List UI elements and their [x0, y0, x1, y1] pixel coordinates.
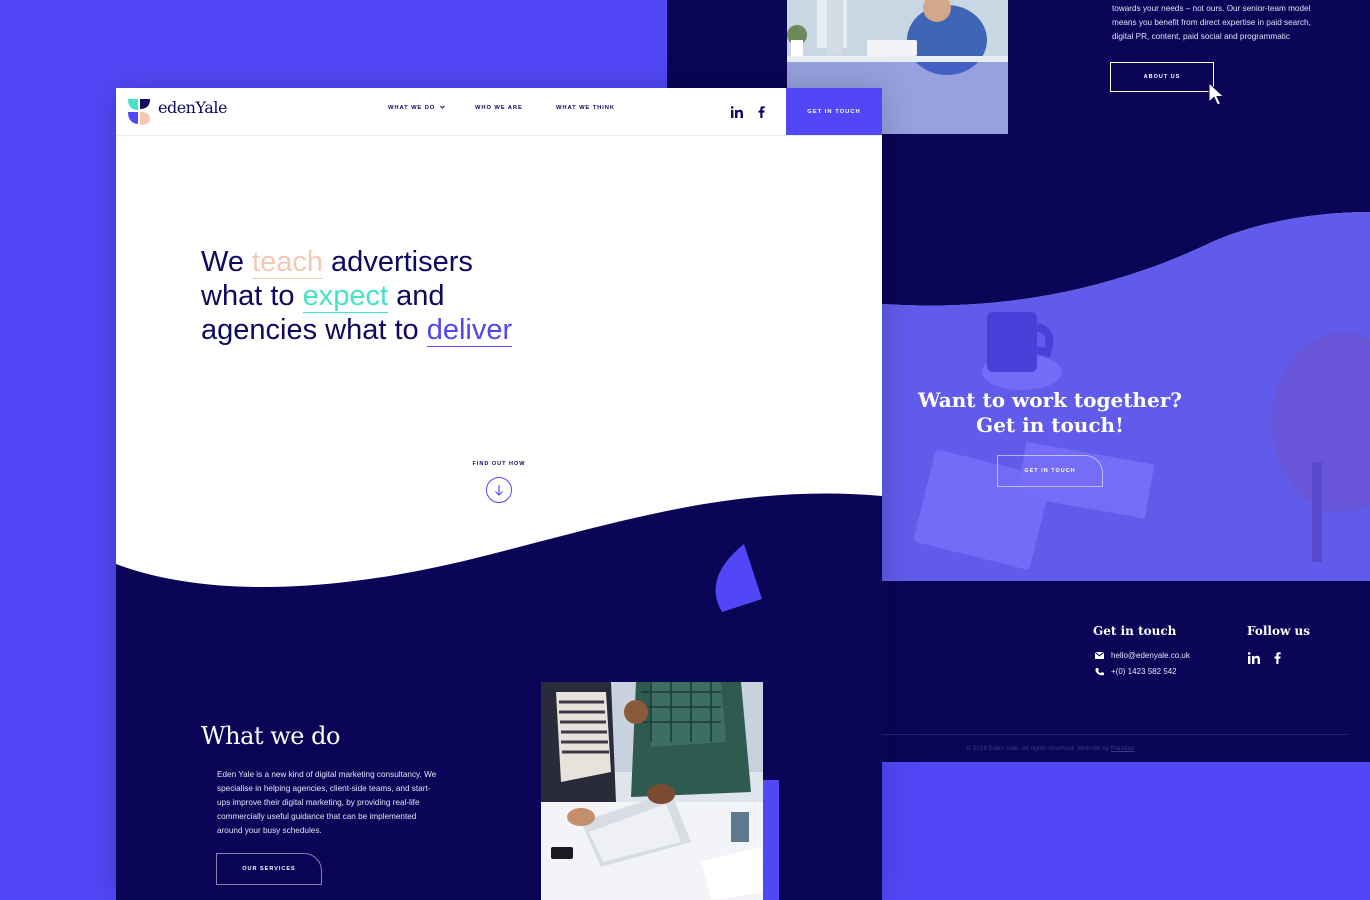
- nav-item-what-we-think[interactable]: WHAT WE THINK: [556, 105, 615, 111]
- copyright-text: © 2018 Eden Yale. All rights reserved. W…: [966, 745, 1111, 752]
- body-line: specialise in helping agencies, client-s…: [217, 784, 431, 793]
- nav-item-what-we-do[interactable]: WHAT WE DO: [388, 105, 445, 111]
- scroll-down-button[interactable]: [486, 477, 512, 503]
- body-line: around your busy schedules.: [217, 826, 322, 835]
- front-page-preview: edenYale WHAT WE DO WHO WE ARE WHAT WE T…: [116, 88, 882, 900]
- about-line: digital PR, content, paid social and pro…: [1112, 32, 1290, 41]
- hero-text: and: [388, 280, 445, 312]
- mail-icon: [1095, 652, 1104, 659]
- team-photo: [541, 682, 763, 900]
- hero-text: what to: [201, 280, 303, 312]
- what-we-do-heading: What we do: [201, 722, 340, 750]
- linkedin-icon[interactable]: [1248, 652, 1260, 664]
- facebook-icon[interactable]: [758, 106, 765, 118]
- footer-email[interactable]: hello@edenyale.co.uk: [1111, 651, 1190, 660]
- cta-heading: Want to work together? Get in touch!: [882, 388, 1218, 438]
- hero-highlight-teach: teach: [252, 246, 323, 279]
- body-line: ups improve their digital marketing, by …: [217, 798, 420, 807]
- mouse-cursor-icon: [1208, 82, 1225, 106]
- cta-get-in-touch-button[interactable]: GET IN TOUCH: [997, 455, 1103, 487]
- body-line: Eden Yale is a new kind of digital marke…: [217, 770, 437, 779]
- copyright: © 2018 Eden Yale. All rights reserved. W…: [966, 745, 1134, 752]
- hero-highlight-deliver: deliver: [426, 314, 513, 347]
- nav-label: WHAT WE DO: [388, 105, 436, 111]
- hero-text: We: [201, 246, 253, 278]
- hero-line: We teach advertisers: [201, 245, 512, 279]
- hero-highlight-expect: expect: [302, 280, 389, 313]
- photo-accent-block: [763, 780, 779, 900]
- cta-heading-line: Want to work together?: [918, 388, 1182, 412]
- about-line: means you benefit from direct expertise …: [1112, 18, 1311, 27]
- phone-icon: [1095, 668, 1104, 676]
- our-services-button[interactable]: OUR SERVICES: [216, 853, 322, 885]
- what-we-do-body: Eden Yale is a new kind of digital marke…: [217, 768, 477, 838]
- footer-contact-heading: Get in touch: [1093, 624, 1177, 638]
- footer-phone[interactable]: +(0) 1423 582 542: [1111, 667, 1177, 676]
- nav-item-who-we-are[interactable]: WHO WE ARE: [475, 105, 523, 111]
- chevron-down-icon: [439, 105, 445, 109]
- about-line: towards your needs – not ours. Our senio…: [1112, 4, 1311, 13]
- linkedin-icon[interactable]: [731, 106, 743, 118]
- footer-divider: [882, 734, 1348, 735]
- hero-line: agencies what to deliver: [201, 313, 513, 347]
- edenyale-logo-icon: [128, 99, 150, 125]
- arrow-down-icon: [495, 485, 503, 496]
- cta-heading-line: Get in touch!: [976, 413, 1124, 437]
- hero-heading: We teach advertisers what to expect and …: [201, 245, 513, 347]
- footer-email-row[interactable]: hello@edenyale.co.uk: [1095, 651, 1190, 660]
- hero-text: advertisers: [323, 246, 473, 278]
- credit-link[interactable]: Parallax: [1111, 745, 1134, 752]
- about-us-button[interactable]: ABOUT US: [1110, 62, 1214, 92]
- hero-line: what to expect and: [201, 279, 512, 313]
- hero-text: agencies what to: [201, 314, 427, 346]
- footer-phone-row[interactable]: +(0) 1423 582 542: [1095, 667, 1177, 676]
- find-out-how-label: FIND OUT HOW: [472, 461, 526, 467]
- logo-wordmark[interactable]: edenYale: [158, 98, 227, 117]
- top-navigation: edenYale WHAT WE DO WHO WE ARE WHAT WE T…: [116, 88, 882, 136]
- body-line: commercially useful guidance that can be…: [217, 812, 417, 821]
- facebook-icon[interactable]: [1274, 652, 1281, 664]
- about-paragraph: towards your needs – not ours. Our senio…: [1112, 2, 1342, 44]
- nav-get-in-touch-button[interactable]: GET IN TOUCH: [786, 88, 882, 135]
- footer-follow-heading: Follow us: [1247, 624, 1310, 638]
